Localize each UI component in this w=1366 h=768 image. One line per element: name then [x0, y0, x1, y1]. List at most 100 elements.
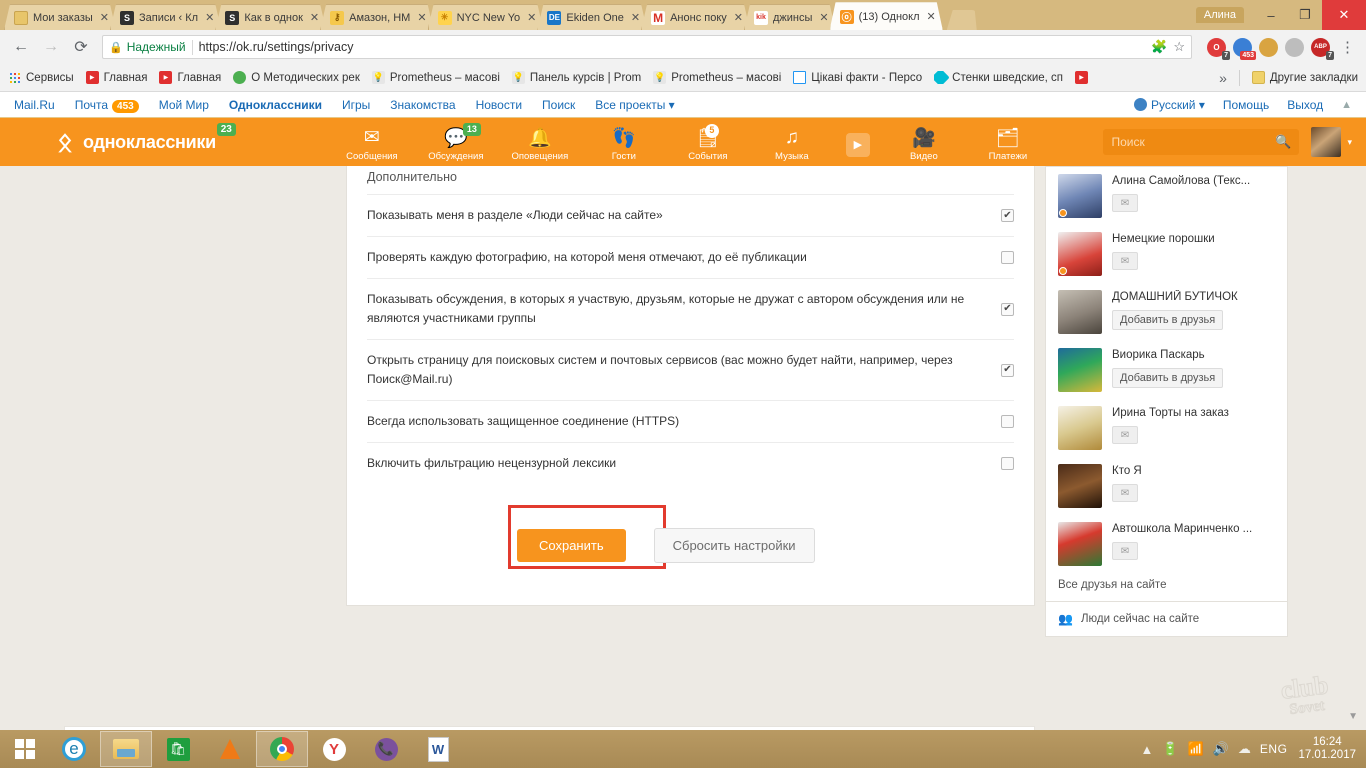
battery-icon[interactable]: 🔋	[1162, 741, 1178, 757]
mailru-agent-icon[interactable]: 453	[1233, 37, 1256, 60]
friend-name[interactable]: Автошкола Маринченко ...	[1112, 522, 1277, 537]
taskbar-yandex-browser[interactable]: Y	[308, 731, 360, 767]
close-icon[interactable]: ✕	[927, 10, 936, 23]
bookmark-item[interactable]	[1075, 71, 1089, 84]
avatar[interactable]	[1311, 127, 1342, 157]
browser-tab[interactable]: kik джинсы ✕	[744, 4, 836, 30]
window-user-label[interactable]: Алина	[1195, 7, 1244, 23]
tray-expand-icon[interactable]: ▲	[1140, 742, 1153, 757]
friend-item[interactable]: Ирина Торты на заказ ✉	[1046, 399, 1287, 457]
taskbar-vlc[interactable]	[204, 731, 256, 767]
window-close-button[interactable]: ✕	[1322, 0, 1366, 30]
mailru-link-znakomstva[interactable]: Знакомства	[390, 98, 455, 112]
reload-button[interactable]: ⟳	[68, 34, 94, 60]
speaker-icon[interactable]: 🔊	[1213, 741, 1229, 757]
mailru-link-moymir[interactable]: Мой Мир	[159, 98, 209, 112]
close-icon[interactable]: ✕	[631, 11, 640, 24]
ok-nav-music[interactable]: ♫ Музыка	[761, 123, 823, 162]
add-friend-button[interactable]: Добавить в друзья	[1112, 368, 1224, 388]
ok-nav-discussions[interactable]: 💬 13 Обсуждения	[425, 122, 487, 162]
taskbar-internet-explorer[interactable]: e	[48, 731, 100, 767]
search-input[interactable]	[1111, 135, 1276, 149]
logout-link[interactable]: Выход	[1287, 98, 1323, 112]
browser-tab[interactable]: ⚷ Амазон, НМ ✕	[320, 4, 433, 30]
friend-name[interactable]: Виорика Паскарь	[1112, 348, 1277, 363]
close-icon[interactable]: ✕	[310, 11, 319, 24]
other-bookmarks-folder[interactable]: Другие закладки	[1251, 71, 1358, 84]
bookmark-item[interactable]: О Методических рек	[233, 71, 360, 84]
opera-vpn-icon[interactable]: O7	[1207, 37, 1230, 60]
ok-music-play-button[interactable]: ▶	[845, 123, 871, 157]
setting-row[interactable]: Показывать обсуждения, в которых я участ…	[367, 278, 1014, 339]
friend-item[interactable]: Автошкола Маринченко ... ✉	[1046, 515, 1287, 573]
friend-name[interactable]: ДОМАШНИЙ БУТИЧОК	[1112, 290, 1277, 305]
bookmark-item[interactable]: 💡 Prometheus – масові	[371, 71, 500, 84]
browser-tab[interactable]: S Записи ‹ Кл ✕	[110, 4, 221, 30]
adblock-icon[interactable]: ABP 7	[1311, 37, 1334, 60]
friend-item[interactable]: Немецкие порошки ✉	[1046, 225, 1287, 283]
scroll-up-icon[interactable]: ▲	[1341, 99, 1352, 111]
browser-tab[interactable]: ✳ NYC New Yo ✕	[428, 4, 544, 30]
ok-nav-messages[interactable]: ✉ Сообщения	[341, 123, 403, 162]
taskbar-microsoft-store[interactable]: 🛍	[152, 731, 204, 767]
ok-nav-events[interactable]: 🗒 5 События	[677, 123, 739, 162]
envelope-icon[interactable]: ✉	[1112, 542, 1138, 560]
browser-tab-active[interactable]: ⓞ (13) Однокл ✕	[830, 2, 943, 30]
signal-icon[interactable]: 📶	[1188, 741, 1204, 757]
close-icon[interactable]: ✕	[819, 11, 828, 24]
avatar[interactable]	[1058, 406, 1102, 450]
envelope-icon[interactable]: ✉	[1112, 252, 1138, 270]
search-icon[interactable]: 🔍	[1275, 134, 1291, 150]
chrome-menu-icon[interactable]: ⋮	[1337, 38, 1358, 56]
close-icon[interactable]: ✕	[734, 11, 743, 24]
taskbar-chrome[interactable]	[256, 731, 308, 767]
bookmark-item[interactable]: 💡 Панель курсів | Prom	[511, 71, 641, 84]
avatar[interactable]	[1058, 348, 1102, 392]
people-online-link[interactable]: 👥 Люди сейчас на сайте	[1046, 601, 1287, 636]
close-icon[interactable]: ✕	[100, 11, 109, 24]
avatar[interactable]	[1058, 464, 1102, 508]
clock[interactable]: 16:24 17.01.2017	[1296, 736, 1356, 762]
friend-item[interactable]: Виорика Паскарь Добавить в друзья	[1046, 341, 1287, 399]
setting-checkbox[interactable]	[1001, 209, 1014, 222]
reset-settings-button[interactable]: Сбросить настройки	[653, 528, 815, 563]
browser-tab[interactable]: S Как в однок ✕	[215, 4, 326, 30]
mailru-link-pochta[interactable]: Почта 453	[75, 98, 139, 113]
avatar[interactable]	[1058, 290, 1102, 334]
friend-item[interactable]: ДОМАШНИЙ БУТИЧОК Добавить в друзья	[1046, 283, 1287, 341]
envelope-icon[interactable]: ✉	[1112, 194, 1138, 212]
mailru-link-igry[interactable]: Игры	[342, 98, 370, 112]
friend-name[interactable]: Алина Самойлова (Текс...	[1112, 174, 1277, 189]
setting-row[interactable]: Открыть страницу для поисковых систем и …	[367, 339, 1014, 400]
close-icon[interactable]: ✕	[205, 11, 214, 24]
friend-item[interactable]: Кто Я ✉	[1046, 457, 1287, 515]
envelope-icon[interactable]: ✉	[1112, 426, 1138, 444]
avatar[interactable]	[1058, 232, 1102, 276]
back-button[interactable]: ←	[8, 34, 34, 60]
setting-checkbox[interactable]	[1001, 457, 1014, 470]
help-link[interactable]: Помощь	[1223, 98, 1269, 112]
bookmark-item[interactable]: Цікаві факти - Персо	[793, 71, 922, 84]
friend-item[interactable]: Алина Самойлова (Текс... ✉	[1046, 167, 1287, 225]
minimize-button[interactable]: –	[1254, 2, 1288, 28]
bookmark-item[interactable]: Главная	[159, 71, 221, 84]
mailru-link-poisk[interactable]: Поиск	[542, 98, 575, 112]
language-selector[interactable]: Русский ▾	[1133, 97, 1205, 112]
bookmark-item[interactable]: Стенки шведские, сп	[934, 71, 1063, 84]
chevron-down-icon[interactable]: ▾	[1347, 137, 1352, 148]
mailru-link-mailru[interactable]: Mail.Ru	[14, 98, 55, 112]
avatar[interactable]	[1058, 174, 1102, 218]
onedrive-icon[interactable]: ☁	[1238, 741, 1251, 757]
start-button[interactable]	[2, 731, 48, 767]
bookmark-item[interactable]: Сервисы	[8, 71, 74, 84]
ok-logo[interactable]: ᛟ одноклассники 23	[54, 123, 236, 156]
envelope-icon[interactable]: ✉	[1112, 484, 1138, 502]
bookmark-item[interactable]: 💡 Prometheus – масові	[653, 71, 781, 84]
browser-tab[interactable]: M Анонс поку ✕	[641, 4, 750, 30]
close-icon[interactable]: ✕	[527, 11, 536, 24]
friend-name[interactable]: Немецкие порошки	[1112, 232, 1277, 247]
setting-row[interactable]: Включить фильтрацию нецензурной лексики	[367, 442, 1014, 484]
save-button[interactable]: Сохранить	[517, 529, 626, 562]
taskbar-word[interactable]: W	[412, 731, 464, 767]
browser-tab[interactable]: Мои заказы ✕	[4, 4, 116, 30]
